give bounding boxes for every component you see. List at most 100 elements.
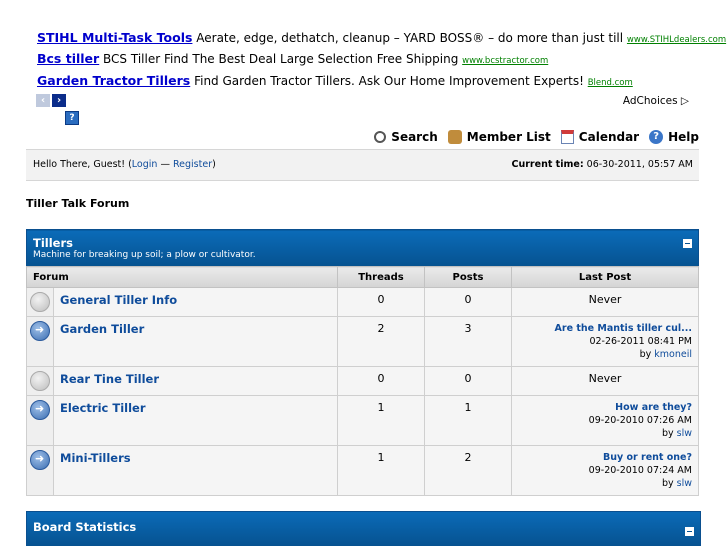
forum-status [26,445,54,496]
no-new-posts-icon [30,292,50,312]
forum-name-cell: Rear Tine Tiller [53,366,338,396]
new-posts-icon [30,321,50,341]
board-statistics: Board Statistics [26,511,701,546]
category-title[interactable]: Tillers [33,236,692,250]
search-icon [374,131,387,143]
forum-threads: 1 [337,395,425,446]
page-title: Tiller Talk Forum [26,197,130,210]
forum-threads: 0 [337,287,425,317]
ad-3[interactable]: Garden Tractor Tillers Find Garden Tract… [37,73,633,88]
forum-name-cell: General Tiller Info [53,287,338,317]
menu-members-label: Member List [466,130,551,144]
chevron-left-icon: ‹ [40,95,46,106]
last-post-date: 09-20-2010 07:26 AM [588,415,692,426]
forum-last-post: How are they? 09-20-2010 07:26 AM by slw [511,395,699,446]
ad-3-url[interactable]: Blend.com [588,78,633,88]
ad-2[interactable]: Bcs tiller BCS Tiller Find The Best Deal… [37,51,548,66]
menu-search[interactable]: Search [374,130,438,144]
category-header: Tillers Machine for breaking up soil; a … [26,229,699,267]
forum-link[interactable]: Mini-Tillers [60,451,131,465]
ad-1-title[interactable]: STIHL Multi-Task Tools [37,30,192,45]
ad-help-icon[interactable]: ? [65,111,79,125]
forum-last-post: Buy or rent one? 09-20-2010 07:24 AM by … [511,445,699,496]
welcome-close: ) [212,159,216,170]
current-time-label: Current time: [511,159,584,170]
last-post-link[interactable]: Are the Mantis tiller cul... [555,323,692,334]
menu-help[interactable]: ? Help [649,130,699,144]
collapse-icon[interactable] [683,239,692,248]
forum-link[interactable]: Electric Tiller [60,401,146,415]
table-row: General Tiller Info 0 0 Never [26,287,699,317]
forum-posts: 0 [424,287,512,317]
members-icon [447,130,462,144]
last-post-by: by [639,349,655,360]
last-post-date: 02-26-2011 08:41 PM [589,336,692,347]
no-new-posts-icon [30,371,50,391]
ad-1-url[interactable]: www.STIHLdealers.com [627,35,726,45]
forum-posts: 2 [424,445,512,496]
forum-name-cell: Mini-Tillers [53,445,338,496]
login-link[interactable]: Login [132,159,158,170]
ad-2-url[interactable]: www.bcstractor.com [462,56,548,66]
forum-link[interactable]: Garden Tiller [60,322,144,336]
ad-3-title[interactable]: Garden Tractor Tillers [37,73,190,88]
top-menu: Search Member List Calendar ? Help [374,130,699,144]
last-post-author[interactable]: slw [677,478,692,489]
forum-posts: 3 [424,316,512,367]
forum-name-cell: Electric Tiller [53,395,338,446]
last-post-by: by [661,478,677,489]
category-description: Machine for breaking up soil; a plow or … [33,250,256,260]
col-posts: Posts [424,266,512,288]
collapse-icon[interactable] [685,527,694,536]
table-row: Mini-Tillers 1 2 Buy or rent one? 09-20-… [26,445,699,496]
menu-calendar-label: Calendar [578,130,640,144]
forum-status [26,316,54,367]
forum-last-post: Never [511,366,699,396]
ad-next-button[interactable]: › [52,94,66,107]
help-icon: ? [649,130,664,144]
forum-threads: 2 [337,316,425,367]
ad-2-text: BCS Tiller Find The Best Deal Large Sele… [103,52,459,66]
last-post-author[interactable]: kmoneil [654,349,692,360]
register-link[interactable]: Register [173,159,212,170]
forum-status [26,366,54,396]
current-time: Current time: 06-30-2011, 05:57 AM [512,159,693,170]
menu-search-label: Search [391,130,438,144]
forum-status [26,395,54,446]
forum-posts: 0 [424,366,512,396]
col-last-post: Last Post [511,266,699,288]
forum-threads: 1 [337,445,425,496]
ad-1[interactable]: STIHL Multi-Task Tools Aerate, edge, det… [37,30,726,45]
chevron-right-icon: › [56,95,62,106]
welcome-sep: — [157,159,173,170]
menu-calendar[interactable]: Calendar [560,130,640,144]
ad-2-title[interactable]: Bcs tiller [37,51,99,66]
calendar-icon [560,130,574,144]
forum-threads: 0 [337,366,425,396]
new-posts-icon [30,450,50,470]
table-row: Electric Tiller 1 1 How are they? 09-20-… [26,395,699,446]
forum-link[interactable]: General Tiller Info [60,293,177,307]
forum-name-cell: Garden Tiller [53,316,338,367]
col-threads: Threads [337,266,425,288]
ad-1-text: Aerate, edge, dethatch, cleanup – YARD B… [196,31,624,45]
welcome-text: Hello There, Guest! (Login — Register) [33,159,216,170]
forum-status [26,287,54,317]
menu-member-list[interactable]: Member List [447,130,551,144]
adchoices-link[interactable]: AdChoices ▷ [623,95,689,107]
forum-link[interactable]: Rear Tine Tiller [60,372,159,386]
new-posts-icon [30,400,50,420]
current-time-value: 06-30-2011, 05:57 AM [583,159,693,170]
forum-last-post: Never [511,287,699,317]
welcome-bar: Hello There, Guest! (Login — Register) C… [26,149,699,181]
ad-prev-button[interactable]: ‹ [36,94,50,107]
last-post-link[interactable]: How are they? [615,402,692,413]
last-post-link[interactable]: Buy or rent one? [603,452,692,463]
welcome-greeting: Hello There, Guest! ( [33,159,132,170]
forum-last-post: Are the Mantis tiller cul... 02-26-2011 … [511,316,699,367]
ad-3-text: Find Garden Tractor Tillers. Ask Our Hom… [194,74,584,88]
forum-table: Tillers Machine for breaking up soil; a … [26,229,699,496]
last-post-by: by [661,428,677,439]
last-post-author[interactable]: slw [677,428,692,439]
col-forum: Forum [26,266,338,288]
